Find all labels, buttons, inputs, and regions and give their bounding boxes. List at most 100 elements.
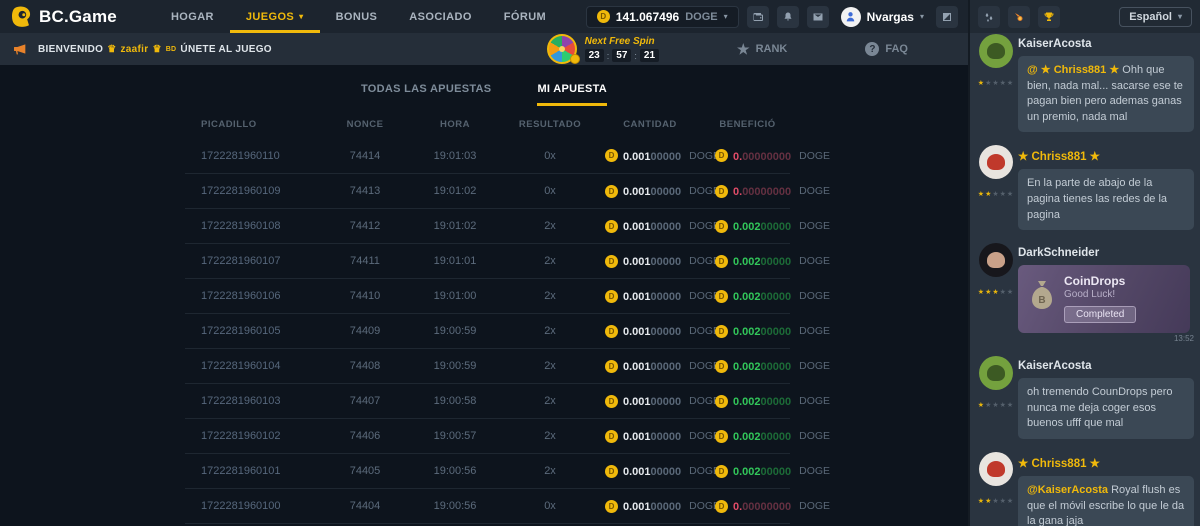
bet-profit: D 0.00200000 DOGE <box>705 392 790 410</box>
table-row[interactable]: 1722281960108 74412 19:01:02 2x D 0.0010… <box>185 208 790 243</box>
messages-button[interactable] <box>807 6 829 28</box>
doge-coin-icon: D <box>715 465 728 478</box>
user-level-stars: ★★★★★ <box>978 490 1014 508</box>
doge-coin-icon: D <box>715 430 728 443</box>
table-row[interactable]: 1722281960109 74413 19:01:02 0x D 0.0010… <box>185 173 790 208</box>
table-row[interactable]: 1722281960105 74409 19:00:59 2x D 0.0010… <box>185 313 790 348</box>
bet-result: 2x <box>505 465 595 477</box>
nav-item-asociado[interactable]: ASOCIADO <box>393 0 487 33</box>
chevron-down-icon: ▾ <box>920 12 924 21</box>
tab-my-bets[interactable]: MI APUESTA <box>537 83 607 106</box>
chat-avatar[interactable] <box>979 243 1013 277</box>
faq-label: FAQ <box>885 43 908 55</box>
chat-message-left: ★★★★★ <box>974 356 1018 439</box>
bet-result: 2x <box>505 430 595 442</box>
bet-amount: D 0.00100000 DOGE <box>595 462 705 480</box>
bet-amount: D 0.00100000 DOGE <box>595 287 705 305</box>
user-level-stars: ★★★★★ <box>978 183 1014 201</box>
notifications-button[interactable] <box>777 6 799 28</box>
balance-amount: 141.067496 <box>616 10 679 24</box>
rank-link[interactable]: ★ RANK <box>737 41 787 58</box>
wallet-icon <box>752 11 764 23</box>
bcgame-logo-icon <box>10 6 32 28</box>
bet-nonce: 74407 <box>325 395 405 407</box>
free-spin-label: Next Free Spin <box>585 36 659 47</box>
chat-avatar[interactable] <box>979 452 1013 486</box>
chat-bubble: @KaiserAcosta Royal flush es que el móvi… <box>1018 476 1194 526</box>
table-row[interactable]: 1722281960106 74410 19:01:00 2x D 0.0010… <box>185 278 790 313</box>
bet-time: 19:00:58 <box>405 395 505 407</box>
bet-profit: D 0.00000000 DOGE <box>705 497 790 515</box>
faq-link[interactable]: ? FAQ <box>865 42 908 56</box>
bet-amount: D 0.00100000 DOGE <box>595 147 705 165</box>
bet-profit: D 0.00200000 DOGE <box>705 322 790 340</box>
bet-hash: 1722281960103 <box>185 395 325 407</box>
table-row[interactable]: 1722281960100 74404 19:00:56 0x D 0.0010… <box>185 488 790 523</box>
bet-profit: D 0.00200000 DOGE <box>705 427 790 445</box>
navbar-right: D 141.067496 DOGE ▾ Nvargas ▾ <box>586 6 958 28</box>
chat-messages[interactable]: ★★★★★ KaiserAcosta @ ★ Chriss881 ★ Ohh q… <box>970 21 1200 526</box>
profit-currency: DOGE <box>799 395 830 407</box>
bet-profit: D 0.00000000 DOGE <box>705 147 790 165</box>
money-bag-icon: B <box>1027 279 1057 311</box>
table-row[interactable]: 1722281960107 74411 19:01:01 2x D 0.0010… <box>185 243 790 278</box>
chat-bubble: oh tremendo CounDrops pero nunca me deja… <box>1018 378 1194 439</box>
doge-coin-icon: D <box>715 185 728 198</box>
bets-section: TODAS LAS APUESTAS MI APUESTA PICADILLO … <box>0 65 968 526</box>
doge-coin-icon: D <box>605 255 618 268</box>
nav-item-hogar[interactable]: HOGAR <box>155 0 230 33</box>
table-row[interactable]: 1722281960104 74408 19:00:59 2x D 0.0010… <box>185 348 790 383</box>
chat-author[interactable]: ★ Chriss881 ★ <box>1018 149 1194 163</box>
chat-message-left: ★★★★★ <box>974 145 1018 230</box>
chat-toggle-button[interactable] <box>936 6 958 28</box>
chat-timestamp: 13:52 <box>1018 334 1194 343</box>
balance-selector[interactable]: D 141.067496 DOGE ▾ <box>586 6 739 28</box>
coindrops-completed-button[interactable]: Completed <box>1064 306 1136 323</box>
doge-coin-icon: D <box>715 149 728 162</box>
doge-coin-icon: D <box>715 395 728 408</box>
bet-result: 0x <box>505 185 595 197</box>
chat-avatar[interactable] <box>979 34 1013 68</box>
bet-time: 19:00:56 <box>405 500 505 512</box>
chat-avatar[interactable] <box>979 145 1013 179</box>
doge-coin-icon: D <box>715 360 728 373</box>
chat-message-left: ★★★★★ <box>974 452 1018 526</box>
free-spin-widget[interactable]: Next Free Spin 23: 57: 21 <box>547 34 659 64</box>
nav-item-bonus[interactable]: BONUS <box>320 0 394 33</box>
table-row[interactable]: 1722281960103 74407 19:00:58 2x D 0.0010… <box>185 383 790 418</box>
brand-logo[interactable]: BC.Game <box>10 6 117 28</box>
chat-author[interactable]: ★ Chriss881 ★ <box>1018 456 1194 470</box>
coindrops-card[interactable]: B CoinDrops Good Luck! Completed <box>1018 265 1190 333</box>
chat-author[interactable]: KaiserAcosta <box>1018 38 1194 50</box>
chat-message: ★★★★★ ★ Chriss881 ★ En la parte de abajo… <box>974 145 1194 230</box>
bet-hash: 1722281960108 <box>185 220 325 232</box>
bet-result: 2x <box>505 395 595 407</box>
bet-time: 19:01:00 <box>405 290 505 302</box>
chat-bubble: En la parte de abajo de la pagina tienes… <box>1018 169 1194 230</box>
balance-currency: DOGE <box>685 11 717 23</box>
table-row[interactable]: 1722281960102 74406 19:00:57 2x D 0.0010… <box>185 418 790 453</box>
nav-item-juegos[interactable]: JUEGOS▾ <box>230 0 320 33</box>
table-row[interactable]: 1722281960101 74405 19:00:56 2x D 0.0010… <box>185 453 790 488</box>
chat-author[interactable]: KaiserAcosta <box>1018 360 1194 372</box>
bet-result: 2x <box>505 360 595 372</box>
user-menu[interactable]: Nvargas ▾ <box>841 7 924 27</box>
nav-item-forum[interactable]: FÓRUM <box>488 0 562 33</box>
bet-nonce: 74411 <box>325 255 405 267</box>
chat-author[interactable]: DarkSchneider <box>1018 247 1194 259</box>
bets-tabs: TODAS LAS APUESTAS MI APUESTA <box>0 83 968 106</box>
doge-coin-icon: D <box>597 10 610 23</box>
bet-time: 19:01:03 <box>405 150 505 162</box>
bet-profit: D 0.00200000 DOGE <box>705 252 790 270</box>
bets-table-header: PICADILLO NONCE HORA RESULTADO CANTIDAD … <box>185 110 790 138</box>
bet-hash: 1722281960105 <box>185 325 325 337</box>
chat-avatar[interactable] <box>979 356 1013 390</box>
envelope-icon <box>812 11 824 23</box>
wallet-button[interactable] <box>747 6 769 28</box>
bet-time: 19:00:59 <box>405 325 505 337</box>
table-row[interactable]: 1722281960110 74414 19:01:03 0x D 0.0010… <box>185 138 790 173</box>
bet-time: 19:00:59 <box>405 360 505 372</box>
tab-all-bets[interactable]: TODAS LAS APUESTAS <box>361 83 492 106</box>
coindrops-title: CoinDrops <box>1064 274 1180 288</box>
chat-message-body: KaiserAcosta oh tremendo CounDrops pero … <box>1018 356 1194 439</box>
